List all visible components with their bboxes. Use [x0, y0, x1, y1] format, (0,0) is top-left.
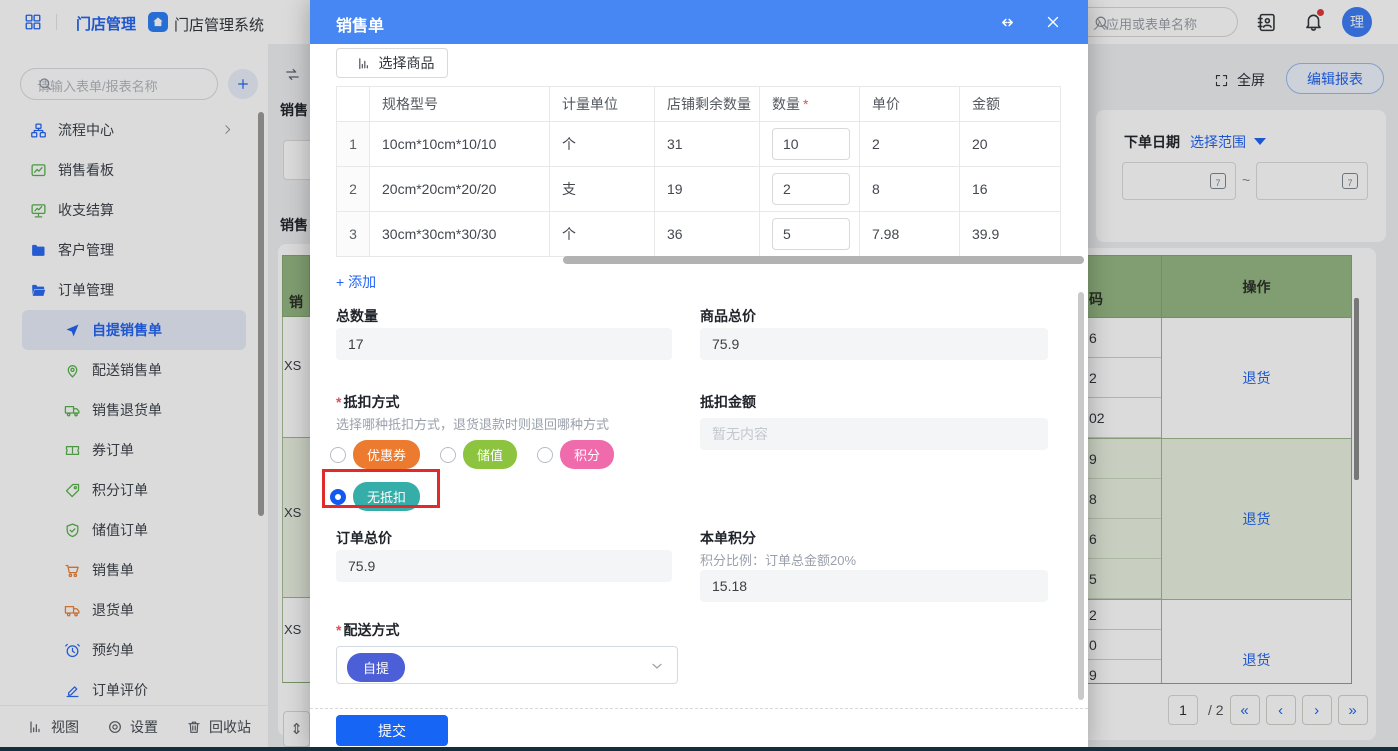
points-label: 本单积分 — [700, 530, 756, 546]
points-field: 15.18 — [700, 570, 1048, 602]
order-total-label: 订单总价 — [336, 530, 392, 546]
product-col-header: 计量单位 — [549, 86, 655, 122]
sales-order-modal: 销售单 选择商品 规格型号 计量单位 店铺剩余数量 数量 * 单价 金额 1 10cm*10c… — [310, 0, 1088, 751]
add-label: 添加 — [348, 274, 377, 290]
product-cell: 16 — [959, 166, 1061, 212]
product-col-header — [336, 86, 370, 122]
product-cell: 个 — [549, 211, 655, 257]
deduction-label-text: 抵扣方式 — [343, 394, 400, 410]
product-cell: 39.9 — [959, 211, 1061, 257]
product-cell: 7.98 — [859, 211, 960, 257]
product-table: 规格型号 计量单位 店铺剩余数量 数量 * 单价 金额 1 10cm*10cm*10/10 个 3… — [336, 86, 1061, 257]
product-col-header: 金额 — [959, 86, 1061, 122]
deduction-amount-field: 暂无内容 — [700, 418, 1048, 450]
product-cell: 36 — [654, 211, 760, 257]
select-product-button[interactable]: 选择商品 — [336, 48, 448, 78]
add-row-link[interactable]: + 添加 — [336, 272, 376, 292]
qty-cell: 10 — [759, 121, 860, 167]
required-mark: * — [336, 622, 342, 638]
goods-total-field: 75.9 — [700, 328, 1048, 360]
modal-footer: 提交 — [310, 708, 1088, 751]
product-row: 1 10cm*10cm*10/10 个 31 10 2 20 — [336, 121, 1061, 167]
modal-header: 销售单 — [310, 0, 1088, 44]
product-cell: 31 — [654, 121, 760, 167]
radio-unselected[interactable] — [537, 446, 554, 463]
product-cell: 20 — [959, 121, 1061, 167]
submit-button[interactable]: 提交 — [336, 715, 448, 746]
deduction-option-0[interactable]: 优惠券 — [330, 440, 421, 469]
product-col-header: 单价 — [859, 86, 960, 122]
qty-input[interactable]: 5 — [772, 218, 850, 250]
product-cell: 19 — [654, 166, 760, 212]
deduction-options-row1: 优惠券 储值 积分 — [330, 440, 615, 469]
qty-cell: 5 — [759, 211, 860, 257]
delivery-select[interactable]: 自提 — [336, 646, 678, 684]
deduction-label: * 抵扣方式 — [336, 392, 399, 412]
delivery-label: * 配送方式 — [336, 620, 399, 640]
deduction-tag: 积分 — [560, 440, 615, 469]
order-total-field: 75.9 — [336, 550, 672, 582]
row-index: 1 — [336, 121, 370, 167]
total-qty-label: 总数量 — [336, 308, 378, 324]
modal-title: 销售单 — [336, 18, 385, 35]
table-horizontal-scrollbar[interactable] — [563, 256, 1084, 264]
points-helper: 积分比例：订单总金额20% — [700, 553, 857, 568]
bar-chart-icon — [357, 56, 372, 71]
product-cell: 20cm*20cm*20/20 — [369, 166, 550, 212]
product-cell: 个 — [549, 121, 655, 167]
product-row: 3 30cm*30cm*30/30 个 36 5 7.98 39.9 — [336, 211, 1061, 257]
product-col-header: 规格型号 — [369, 86, 550, 122]
product-cell: 支 — [549, 166, 655, 212]
radio-unselected[interactable] — [440, 446, 457, 463]
goods-total-label: 商品总价 — [700, 308, 756, 324]
annotation-red-box — [322, 469, 440, 508]
modal-scrollbar[interactable] — [1078, 292, 1084, 700]
qty-input[interactable]: 2 — [772, 173, 850, 205]
expand-icon[interactable] — [998, 13, 1017, 32]
product-cell: 2 — [859, 121, 960, 167]
product-cell: 10cm*10cm*10/10 — [369, 121, 550, 167]
close-icon[interactable] — [1044, 13, 1062, 31]
required-mark: * — [336, 394, 342, 410]
deduction-option-2[interactable]: 积分 — [537, 440, 615, 469]
chevron-down-icon — [649, 658, 665, 674]
deduction-amount-label: 抵扣金额 — [700, 394, 756, 410]
deduction-helper: 选择哪种抵扣方式，退货退款时则退回哪种方式 — [336, 417, 610, 432]
qty-cell: 2 — [759, 166, 860, 212]
product-col-header: 数量 * — [759, 86, 860, 122]
delivery-value-tag: 自提 — [347, 653, 406, 682]
deduction-tag: 储值 — [463, 440, 518, 469]
deduction-tag: 优惠券 — [353, 440, 421, 469]
total-qty-field: 17 — [336, 328, 672, 360]
product-cell: 8 — [859, 166, 960, 212]
row-index: 3 — [336, 211, 370, 257]
radio-unselected[interactable] — [330, 446, 346, 463]
bottom-edge-strip — [0, 747, 1398, 751]
select-product-label: 选择商品 — [378, 55, 435, 71]
product-cell: 30cm*30cm*30/30 — [369, 211, 550, 257]
delivery-label-text: 配送方式 — [343, 622, 400, 638]
qty-input[interactable]: 10 — [772, 128, 850, 160]
product-row: 2 20cm*20cm*20/20 支 19 2 8 16 — [336, 166, 1061, 212]
product-col-header: 店铺剩余数量 — [654, 86, 760, 122]
row-index: 2 — [336, 166, 370, 212]
deduction-option-1[interactable]: 储值 — [440, 440, 518, 469]
